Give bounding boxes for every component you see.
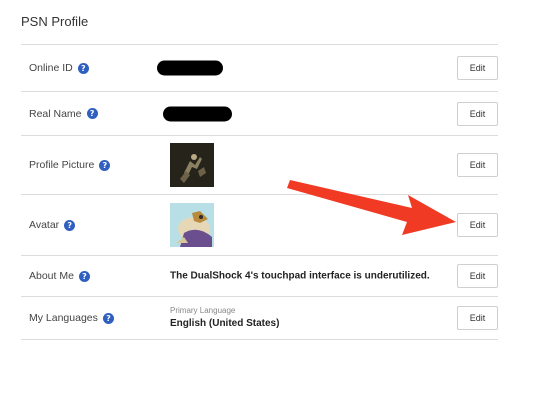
row-online-id: Online ID ? Edit — [21, 44, 498, 92]
real-name-label-group: Real Name ? — [29, 108, 98, 120]
edit-profile-picture-button[interactable]: Edit — [457, 153, 498, 177]
row-avatar: Avatar ? Edit — [21, 195, 498, 256]
redaction-mark — [157, 60, 223, 76]
my-languages-label: My Languages — [29, 312, 98, 324]
edit-about-me-button[interactable]: Edit — [457, 264, 498, 288]
my-languages-label-group: My Languages ? — [29, 312, 114, 324]
real-name-label: Real Name — [29, 107, 82, 120]
page-title: PSN Profile — [21, 14, 89, 29]
primary-language-block: Primary Language English (United States) — [170, 306, 279, 329]
row-profile-picture: Profile Picture ? Edit — [21, 136, 498, 195]
avatar-label-group: Avatar ? — [29, 219, 76, 231]
help-icon[interactable]: ? — [102, 312, 114, 324]
help-icon[interactable]: ? — [78, 270, 90, 282]
primary-language-caption: Primary Language — [170, 306, 236, 315]
row-my-languages: My Languages ? Primary Language English … — [21, 297, 498, 340]
avatar-thumbnail[interactable] — [170, 203, 214, 247]
edit-languages-button[interactable]: Edit — [457, 306, 498, 330]
about-me-label: About Me — [29, 270, 74, 282]
help-icon[interactable]: ? — [64, 219, 76, 231]
online-id-label-group: Online ID ? — [29, 62, 89, 74]
profile-picture-label-group: Profile Picture ? — [29, 159, 111, 171]
avatar-label: Avatar — [29, 219, 60, 231]
about-me-label-group: About Me ? — [29, 270, 90, 282]
edit-online-id-button[interactable]: Edit — [457, 56, 498, 80]
help-icon[interactable]: ? — [99, 159, 111, 171]
row-real-name: Real Name ? Edit — [21, 92, 498, 136]
profile-picture-label: Profile Picture — [29, 159, 95, 171]
edit-real-name-button[interactable]: Edit — [457, 101, 498, 126]
profile-settings-list: Online ID ? Edit Real Name ? Edit Profil… — [21, 44, 498, 340]
profile-picture-thumbnail[interactable] — [170, 143, 214, 187]
about-me-value: The DualShock 4's touchpad interface is … — [170, 270, 430, 282]
primary-language-value: English (United States) — [170, 318, 280, 329]
redaction-mark — [163, 106, 232, 121]
row-about-me: About Me ? The DualShock 4's touchpad in… — [21, 256, 498, 297]
online-id-label: Online ID — [29, 62, 73, 74]
help-icon[interactable]: ? — [86, 108, 98, 119]
help-icon[interactable]: ? — [77, 62, 89, 74]
edit-avatar-button[interactable]: Edit — [457, 213, 498, 237]
